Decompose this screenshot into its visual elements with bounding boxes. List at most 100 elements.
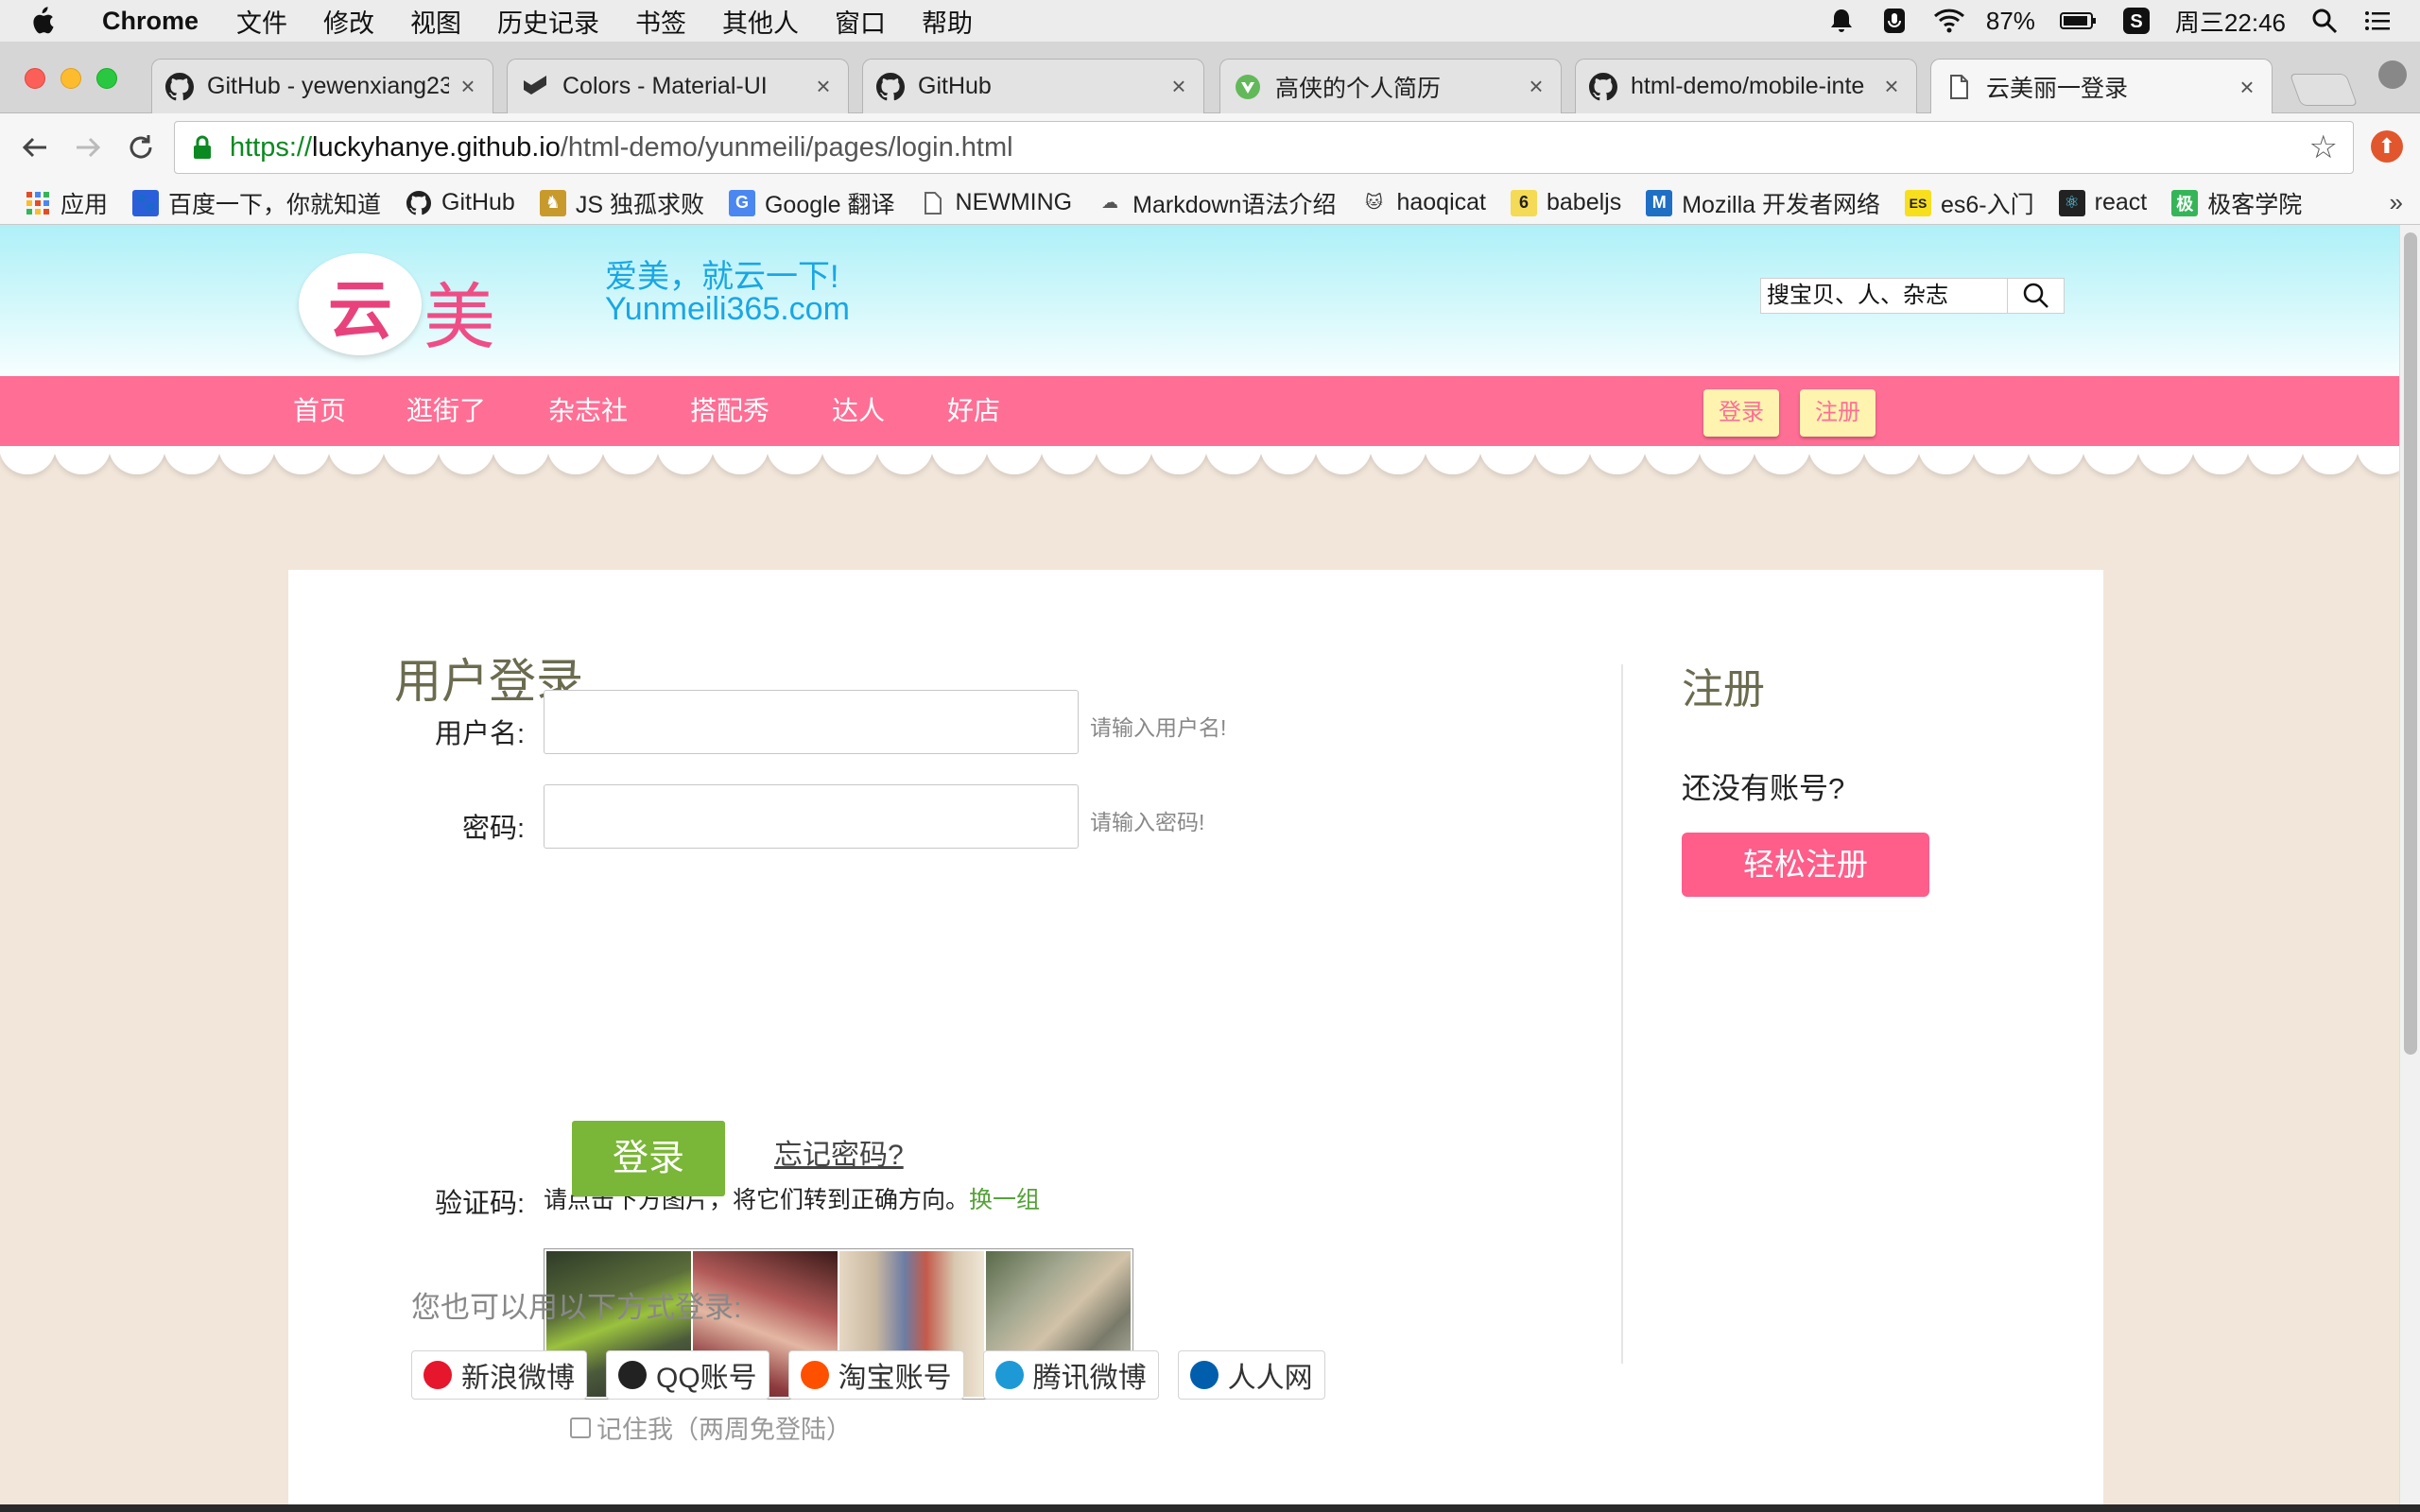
notification-center-icon[interactable] bbox=[2363, 7, 2392, 35]
tab-github[interactable]: GitHub × bbox=[862, 59, 1204, 113]
menu-edit[interactable]: 修改 bbox=[323, 3, 374, 40]
new-tab-button[interactable] bbox=[2289, 74, 2359, 106]
tab-close-icon[interactable]: × bbox=[1167, 72, 1190, 101]
tab-title: GitHub bbox=[918, 73, 992, 99]
tab-close-icon[interactable]: × bbox=[1880, 72, 1903, 101]
url-scheme: https:// bbox=[230, 131, 313, 163]
nav-experts[interactable]: 达人 bbox=[832, 376, 885, 446]
zoom-window-button[interactable] bbox=[96, 68, 117, 89]
bookmark-js[interactable]: ♞ JS 独孤求败 bbox=[539, 186, 704, 220]
tab-html-demo[interactable]: html-demo/mobile-inte × bbox=[1575, 59, 1917, 113]
clock[interactable]: 周三22:46 bbox=[2175, 4, 2286, 39]
register-button[interactable]: 轻松注册 bbox=[1682, 833, 1929, 897]
bookmark-github[interactable]: GitHub bbox=[406, 189, 515, 216]
weibo-icon bbox=[424, 1361, 452, 1389]
taobao-icon bbox=[800, 1361, 829, 1389]
nav-outfits[interactable]: 搭配秀 bbox=[690, 376, 769, 446]
close-window-button[interactable] bbox=[25, 68, 45, 89]
forward-arrow-icon[interactable] bbox=[72, 131, 104, 163]
tab-close-icon[interactable]: × bbox=[812, 72, 835, 101]
renren-icon bbox=[1189, 1361, 1219, 1389]
scrollbar-thumb[interactable] bbox=[2404, 232, 2417, 1055]
address-bar[interactable]: https:// luckyhanye.github.io /html-demo… bbox=[174, 121, 2354, 174]
reload-icon[interactable] bbox=[125, 131, 157, 163]
bookmark-haoqicat[interactable]: 🐱 haoqicat bbox=[1360, 189, 1486, 216]
menu-view[interactable]: 视图 bbox=[410, 3, 461, 40]
js-horse-icon: ♞ bbox=[539, 189, 566, 216]
menu-help[interactable]: 帮助 bbox=[922, 3, 973, 40]
tab-resume[interactable]: 高侠的个人简历 × bbox=[1219, 59, 1562, 113]
social-login-weibo[interactable]: 新浪微博 bbox=[411, 1350, 587, 1400]
social-login-renren[interactable]: 人人网 bbox=[1177, 1350, 1325, 1400]
profile-avatar-icon[interactable] bbox=[2378, 60, 2407, 89]
social-label: 淘宝账号 bbox=[838, 1363, 952, 1394]
battery-percent: 87% bbox=[1985, 6, 2035, 35]
menu-people[interactable]: 其他人 bbox=[722, 3, 799, 40]
bookmark-jikexueyuan[interactable]: 极极客学院 bbox=[2171, 186, 2302, 220]
social-login-taobao[interactable]: 淘宝账号 bbox=[787, 1350, 964, 1400]
lock-icon[interactable] bbox=[192, 135, 215, 160]
username-input[interactable] bbox=[544, 690, 1079, 754]
bookmark-babeljs[interactable]: 6 babeljs bbox=[1511, 189, 1621, 216]
nav-shopping[interactable]: 逛街了 bbox=[406, 376, 486, 446]
login-card: 用户登录 用户名: 请输入用户名! 密码: 请输入密码! 验证码: 请点击下方图… bbox=[288, 570, 2103, 1512]
site-search-input[interactable] bbox=[1760, 278, 2008, 314]
menu-window[interactable]: 窗口 bbox=[835, 3, 886, 40]
menu-bookmarks[interactable]: 书签 bbox=[635, 3, 686, 40]
tab-yunmeili-login[interactable]: 云美丽一登录 × bbox=[1930, 59, 2273, 114]
bookmark-apps[interactable]: 应用 bbox=[25, 186, 108, 220]
microphone-icon[interactable] bbox=[1880, 7, 1909, 35]
remember-me-checkbox[interactable] bbox=[570, 1417, 591, 1438]
bookmark-label: JS 独孤求败 bbox=[575, 191, 704, 218]
site-search bbox=[1760, 278, 2065, 314]
password-input[interactable] bbox=[544, 784, 1079, 849]
bookmark-google-translate[interactable]: G Google 翻译 bbox=[728, 186, 895, 220]
search-icon bbox=[2023, 283, 2048, 308]
bookmark-newming[interactable]: NEWMING bbox=[920, 189, 1072, 216]
register-title: 注册 bbox=[1682, 666, 1765, 713]
battery-icon[interactable] bbox=[2059, 7, 2098, 35]
nav-shops[interactable]: 好店 bbox=[947, 376, 1000, 446]
app-name[interactable]: Chrome bbox=[102, 7, 199, 36]
sogou-input-icon[interactable]: S bbox=[2122, 7, 2151, 35]
page-scrollbar[interactable] bbox=[2399, 225, 2420, 1512]
login-submit-button[interactable]: 登录 bbox=[572, 1121, 725, 1196]
bell-icon[interactable] bbox=[1827, 7, 1856, 35]
forgot-password-link[interactable]: 忘记密码? bbox=[774, 1131, 904, 1173]
username-hint: 请输入用户名! bbox=[1090, 715, 1227, 740]
header-login-button[interactable]: 登录 bbox=[1703, 389, 1779, 437]
bookmark-markdown[interactable]: ☁ Markdown语法介绍 bbox=[1097, 186, 1336, 220]
search-button[interactable] bbox=[2008, 278, 2065, 314]
remember-me[interactable]: 记住我（两周免登陆） bbox=[570, 1409, 852, 1446]
nav-magazine[interactable]: 杂志社 bbox=[548, 376, 628, 446]
social-login-tencent-weibo[interactable]: 腾讯微博 bbox=[982, 1350, 1159, 1400]
menu-history[interactable]: 历史记录 bbox=[497, 3, 599, 40]
bookmark-es6[interactable]: ES es6-入门 bbox=[1904, 186, 2034, 220]
spotlight-search-icon[interactable] bbox=[2310, 7, 2339, 35]
menu-file[interactable]: 文件 bbox=[236, 3, 287, 40]
tab-github-yewenxiang[interactable]: GitHub - yewenxiang23 × bbox=[151, 59, 493, 113]
bookmark-react[interactable]: ⚛ react bbox=[2058, 189, 2147, 216]
apple-icon[interactable] bbox=[28, 6, 55, 36]
tab-material-ui[interactable]: Colors - Material-UI × bbox=[507, 59, 849, 113]
captcha-refresh-link[interactable]: 换一组 bbox=[969, 1187, 1040, 1213]
bookmark-star-icon[interactable]: ☆ bbox=[2309, 129, 2338, 166]
extension-icon[interactable]: ⬆ bbox=[2371, 130, 2403, 163]
cat-icon: 🐱 bbox=[1365, 193, 1383, 212]
wifi-icon[interactable] bbox=[1933, 7, 1964, 35]
minimize-window-button[interactable] bbox=[60, 68, 81, 89]
tab-close-icon[interactable]: × bbox=[457, 72, 479, 101]
tab-close-icon[interactable]: × bbox=[2236, 73, 2258, 102]
nav-home[interactable]: 首页 bbox=[293, 376, 346, 446]
social-login-qq[interactable]: QQ账号 bbox=[606, 1350, 769, 1400]
chevron-right-icon[interactable]: » bbox=[2390, 188, 2403, 217]
header-register-button[interactable]: 注册 bbox=[1800, 389, 1876, 437]
bookmark-label: 应用 bbox=[60, 191, 109, 218]
bookmark-baidu[interactable]: 🐾 百度一下，你就知道 bbox=[132, 186, 381, 220]
site-logo[interactable]: 云 美丽 bbox=[299, 248, 573, 463]
tencent-weibo-icon bbox=[994, 1361, 1024, 1389]
tab-close-icon[interactable]: × bbox=[1525, 72, 1547, 101]
social-label: 新浪微博 bbox=[461, 1363, 575, 1394]
bookmark-mdn[interactable]: M Mozilla 开发者网络 bbox=[1646, 186, 1880, 220]
back-arrow-icon[interactable] bbox=[19, 131, 51, 163]
